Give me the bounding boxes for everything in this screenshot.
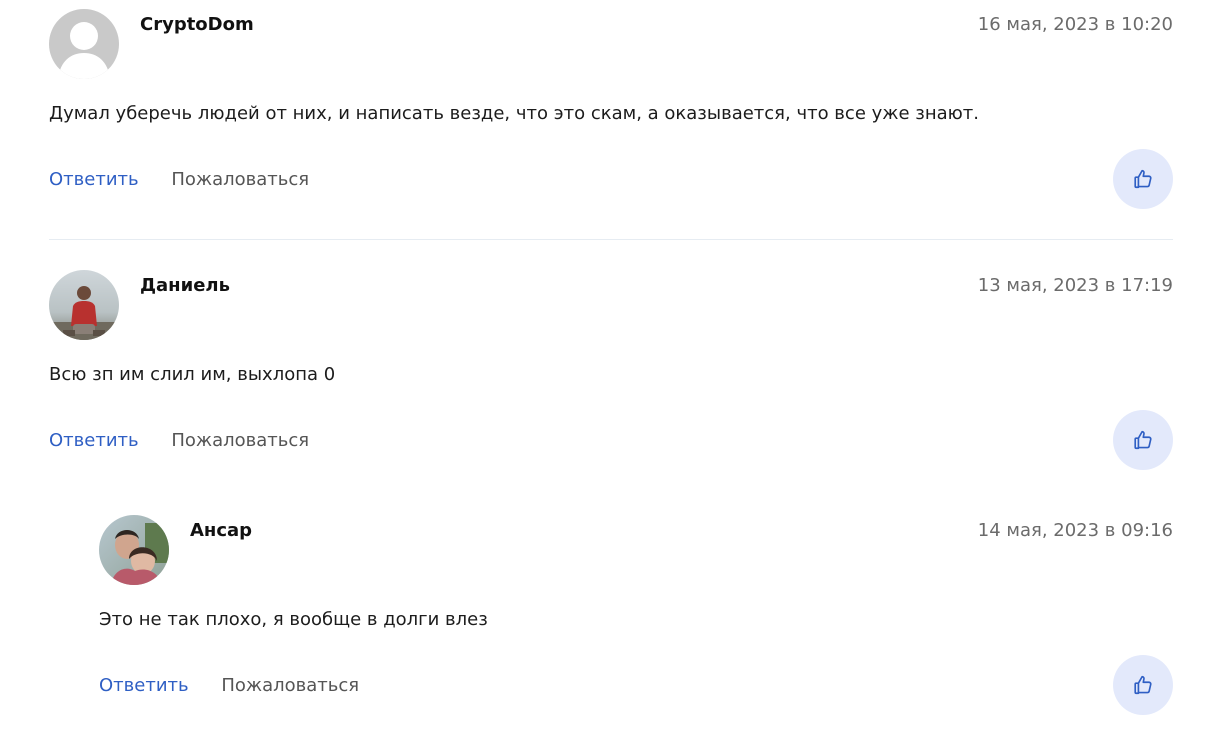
- comment-text: Всю зп им слил им, выхлопа 0: [49, 364, 336, 385]
- comment-date: 13 мая, 2023 в 17:19: [977, 275, 1173, 296]
- like-button[interactable]: [1113, 149, 1173, 209]
- comment-reply-item: Ансар 14 мая, 2023 в 09:16 Это не так пл…: [99, 515, 1173, 747]
- reply-button[interactable]: Ответить: [49, 169, 139, 190]
- comment-text: Думал уберечь людей от них, и написать в…: [49, 103, 980, 124]
- comment-author[interactable]: Ансар: [190, 520, 252, 541]
- report-button[interactable]: Пожаловаться: [221, 675, 359, 696]
- comment-author[interactable]: CryptoDom: [140, 14, 254, 35]
- comment-date: 16 мая, 2023 в 10:20: [977, 14, 1173, 35]
- default-user-icon: [49, 9, 119, 79]
- reply-button[interactable]: Ответить: [49, 430, 139, 451]
- reply-button[interactable]: Ответить: [99, 675, 189, 696]
- comment-text: Это не так плохо, я вообще в долги влез: [99, 609, 488, 630]
- like-button[interactable]: [1113, 655, 1173, 715]
- user-photo: [49, 270, 119, 340]
- comment-actions: Ответить Пожаловаться: [49, 169, 309, 190]
- comment-item: Даниель 13 мая, 2023 в 17:19 Всю зп им с…: [49, 270, 1173, 502]
- avatar[interactable]: [49, 9, 119, 79]
- comment-actions: Ответить Пожаловаться: [49, 430, 309, 451]
- report-button[interactable]: Пожаловаться: [171, 430, 309, 451]
- thumbs-up-icon: [1134, 169, 1152, 189]
- like-button[interactable]: [1113, 410, 1173, 470]
- thumbs-up-icon: [1134, 430, 1152, 450]
- avatar[interactable]: [49, 270, 119, 340]
- user-photo: [99, 515, 169, 585]
- thumbs-up-icon: [1134, 675, 1152, 695]
- comment-author[interactable]: Даниель: [140, 275, 230, 296]
- comment-divider: [49, 239, 1173, 240]
- comment-actions: Ответить Пожаловаться: [99, 675, 359, 696]
- comment-item: CryptoDom 16 мая, 2023 в 10:20 Думал убе…: [49, 9, 1173, 241]
- comment-date: 14 мая, 2023 в 09:16: [977, 520, 1173, 541]
- report-button[interactable]: Пожаловаться: [171, 169, 309, 190]
- avatar[interactable]: [99, 515, 169, 585]
